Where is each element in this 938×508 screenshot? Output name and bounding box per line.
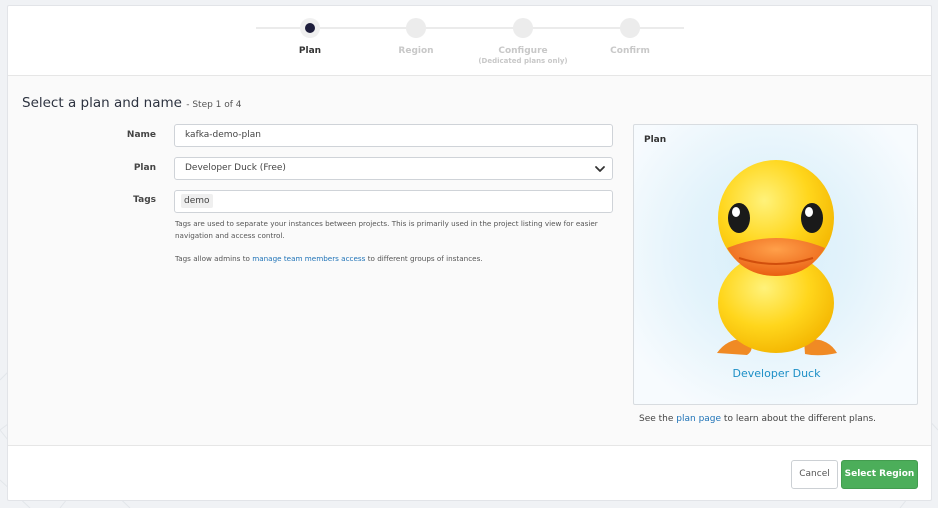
wizard-stepper: Plan Region Configure (Dedicated plans o… (8, 6, 933, 79)
tags-help-access: Tags allow admins to manage team members… (175, 253, 615, 265)
step-dot (513, 18, 533, 38)
create-instance-card: Plan Region Configure (Dedicated plans o… (7, 5, 932, 501)
header-divider (8, 75, 931, 76)
step-sublabel: (Dedicated plans only) (478, 57, 568, 65)
plan-note-prefix: See the (639, 414, 677, 424)
plan-label: Plan (133, 163, 156, 173)
step-confirm[interactable]: Confirm (575, 18, 685, 57)
duck-mascot-icon (717, 160, 837, 356)
plan-panel-label: Plan (644, 135, 667, 145)
tags-help-access-suffix: to different groups of instances. (365, 254, 483, 263)
tag-chip[interactable]: demo (181, 194, 213, 208)
tags-label: Tags (133, 195, 156, 205)
select-region-button[interactable]: Select Region (841, 460, 918, 489)
step-configure[interactable]: Configure (Dedicated plans only) (468, 18, 578, 66)
step-label: Confirm (610, 46, 650, 56)
footer-divider (8, 445, 931, 446)
plan-select-value: Developer Duck (Free) (185, 163, 286, 173)
name-input-value: kafka-demo-plan (185, 130, 261, 140)
plan-page-link[interactable]: plan page (676, 414, 721, 424)
step-dot (620, 18, 640, 38)
tags-input[interactable]: demo (174, 190, 613, 213)
tags-help-access-prefix: Tags allow admins to (175, 254, 253, 263)
plan-select[interactable]: Developer Duck (Free) (174, 157, 613, 180)
manage-team-access-link[interactable]: manage team members access (252, 254, 365, 263)
name-label: Name (126, 130, 156, 140)
plan-preview-name: Developer Duck (732, 367, 821, 380)
page-title: Select a plan and name - Step 1 of 4 (22, 95, 242, 111)
plan-note-suffix: to learn about the different plans. (721, 414, 877, 424)
step-label: Region (398, 46, 434, 56)
name-input[interactable]: kafka-demo-plan (174, 124, 613, 147)
plan-page-note: See the plan page to learn about the dif… (639, 414, 876, 424)
step-label: Plan (298, 46, 322, 56)
step-region[interactable]: Region (361, 18, 471, 57)
step-dot-active (300, 18, 320, 38)
step-label: Configure (498, 46, 548, 56)
chevron-down-icon (595, 166, 605, 172)
tags-help-text: Tags are used to separate your instances… (175, 219, 598, 240)
step-plan[interactable]: Plan (255, 18, 365, 57)
step-dot (406, 18, 426, 38)
cancel-button[interactable]: Cancel (791, 460, 838, 489)
step-indicator: - Step 1 of 4 (186, 100, 242, 110)
page-title-text: Select a plan and name (22, 95, 182, 111)
plan-preview-panel: Plan Developer Duck (633, 124, 918, 405)
